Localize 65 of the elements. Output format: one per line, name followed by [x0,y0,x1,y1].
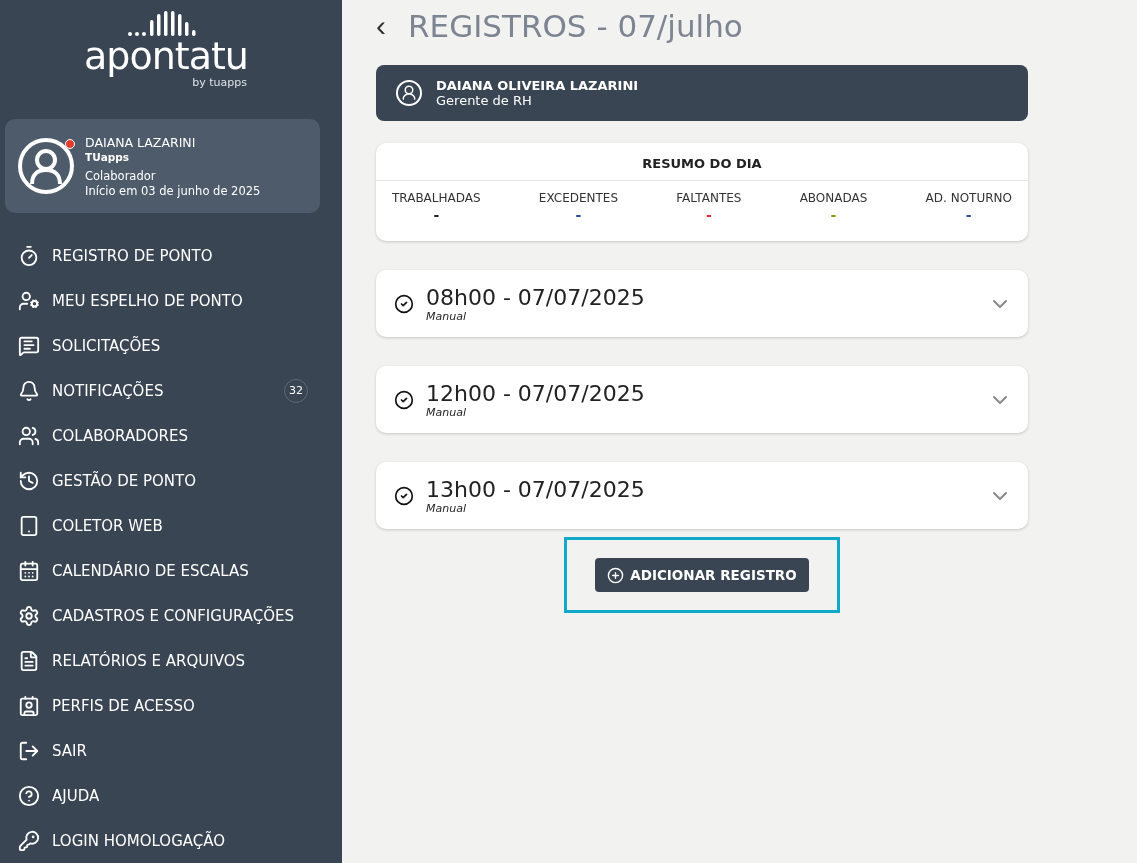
employee-name: DAIANA OLIVEIRA LAZARINI [436,78,639,93]
record-time: 13h00 - 07/07/2025 [426,476,646,502]
sidebar-item[interactable]: RELATÓRIOS E ARQUIVOS [0,638,342,683]
id-badge-icon [18,694,40,717]
people-icon [18,424,40,447]
record-time: 08h00 - 07/07/2025 [426,284,646,310]
sidebar-item[interactable]: MEU ESPELHO DE PONTO [0,278,342,323]
sidebar-item[interactable]: SOLICITAÇÕES [0,323,342,368]
sidebar-item[interactable]: PERFIS DE ACESSO [0,683,342,728]
profile-since: Início em 03 de junho de 2025 [85,183,261,198]
record-source: Manual [426,501,467,515]
summary-label: EXCEDENTES [538,191,619,205]
check-icon [394,485,414,506]
check-icon [394,293,414,314]
back-button[interactable]: ‹ [376,9,386,43]
sidebar-item[interactable]: COLETOR WEB [0,503,342,548]
profile-role: Colaborador [85,168,157,183]
summary-label: ABONADAS [799,191,868,205]
summary-label: TRABALHADAS [392,191,481,205]
summary-title: RESUMO DO DIA [376,143,1028,181]
summary-label: AD. NOTURNO [925,191,1012,205]
check-icon [394,389,414,410]
sidebar-item[interactable]: GESTÃO DE PONTO [0,458,342,503]
record-card[interactable]: 08h00 - 07/07/2025 Manual [376,270,1028,337]
page-title: REGISTROS - 07/julho [408,8,743,44]
key-icon [18,829,40,852]
record-time: 12h00 - 07/07/2025 [426,380,646,406]
document-icon [18,649,40,672]
sidebar-item[interactable]: SAIR [0,728,342,773]
record-source: Manual [426,405,467,419]
record-card[interactable]: 12h00 - 07/07/2025 Manual [376,366,1028,433]
settings-icon [18,604,40,627]
record-card[interactable]: 13h00 - 07/07/2025 Manual [376,462,1028,529]
sidebar-item[interactable]: LOGIN HOMOLOGAÇÃO [0,818,342,863]
summary-value: - [575,207,582,223]
profile-name: DAIANA LAZARINI [85,134,197,150]
summary-label: FALTANTES [676,191,742,205]
sidebar-item[interactable]: NOTIFICAÇÕES 32 [0,368,342,413]
user-icon [396,80,422,106]
add-record-button[interactable]: ADICIONAR REGISTRO [595,558,809,592]
logo-wordmark: apontatu [84,36,248,76]
summary-value: - [830,207,837,223]
tablet-icon [18,514,40,537]
avatar-icon [17,137,75,195]
sidebar-item[interactable]: REGISTRO DE PONTO [0,233,342,278]
summary-value: - [705,207,712,223]
summary-value: - [433,207,440,223]
sidebar-item[interactable]: CALENDÁRIO DE ESCALAS [0,548,342,593]
bell-icon [18,379,40,402]
calendar-icon [18,559,40,582]
logout-icon [18,739,40,762]
record-source: Manual [426,309,467,323]
summary-value: - [965,207,972,223]
stopwatch-icon [18,244,40,267]
logo-byline: by tuapps [192,76,247,89]
plus-icon [607,566,625,584]
employee-position: Gerente de RH [436,93,533,108]
user-gear-icon [18,289,40,312]
help-icon [18,784,40,807]
sidebar-item[interactable]: AJUDA [0,773,342,818]
profile-company: TUapps [85,150,131,163]
sidebar-item[interactable]: COLABORADORES [0,413,342,458]
sidebar-item[interactable]: CADASTROS E CONFIGURAÇÕES [0,593,342,638]
message-icon [18,334,40,357]
history-icon [18,469,40,492]
